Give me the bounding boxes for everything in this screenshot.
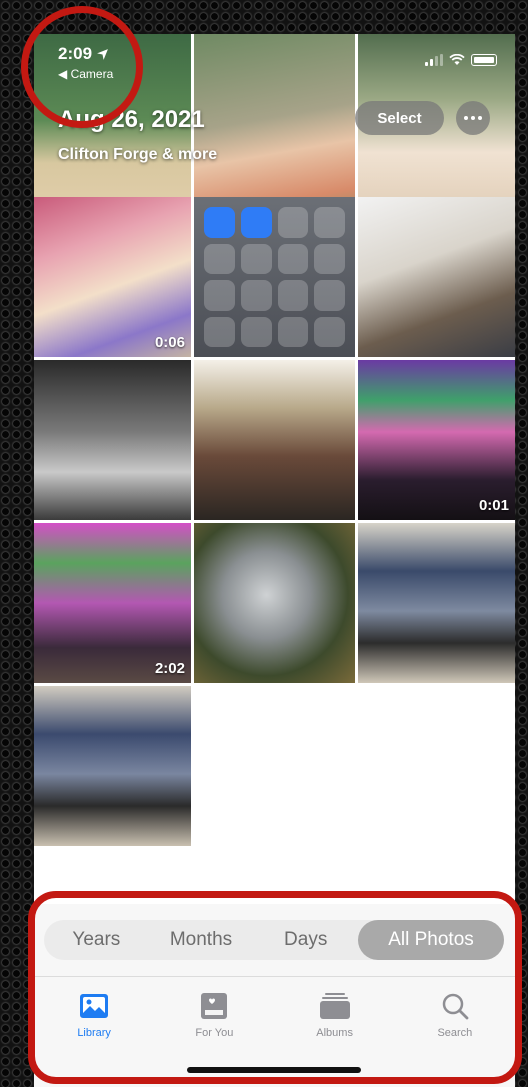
video-duration: 2:02 [154, 660, 185, 677]
battery-icon [471, 54, 497, 66]
photo-thumbnail[interactable] [358, 197, 515, 357]
video-duration: 0:01 [478, 497, 509, 514]
photo-thumbnail[interactable] [34, 360, 191, 520]
wifi-icon [449, 54, 465, 65]
select-button[interactable]: Select [355, 101, 444, 135]
photo-thumbnail[interactable] [194, 523, 355, 683]
more-options-button[interactable] [456, 101, 490, 135]
highlight-rectangle [28, 891, 522, 1084]
photo-thumbnail[interactable] [34, 686, 191, 846]
video-thumbnail[interactable]: 0:06 [34, 197, 191, 357]
photo-thumbnail[interactable] [358, 523, 515, 683]
video-duration: 0:06 [154, 334, 185, 351]
section-location[interactable]: Clifton Forge & more [58, 146, 217, 164]
cellular-signal-icon [425, 54, 443, 66]
status-indicators [425, 54, 497, 66]
video-thumbnail[interactable]: 0:01 [358, 360, 515, 520]
video-thumbnail[interactable]: 2:02 [34, 523, 191, 683]
screenshot-thumbnail[interactable] [194, 197, 355, 357]
photo-thumbnail[interactable] [194, 360, 355, 520]
control-center-preview [194, 197, 355, 357]
highlight-circle [21, 6, 143, 128]
